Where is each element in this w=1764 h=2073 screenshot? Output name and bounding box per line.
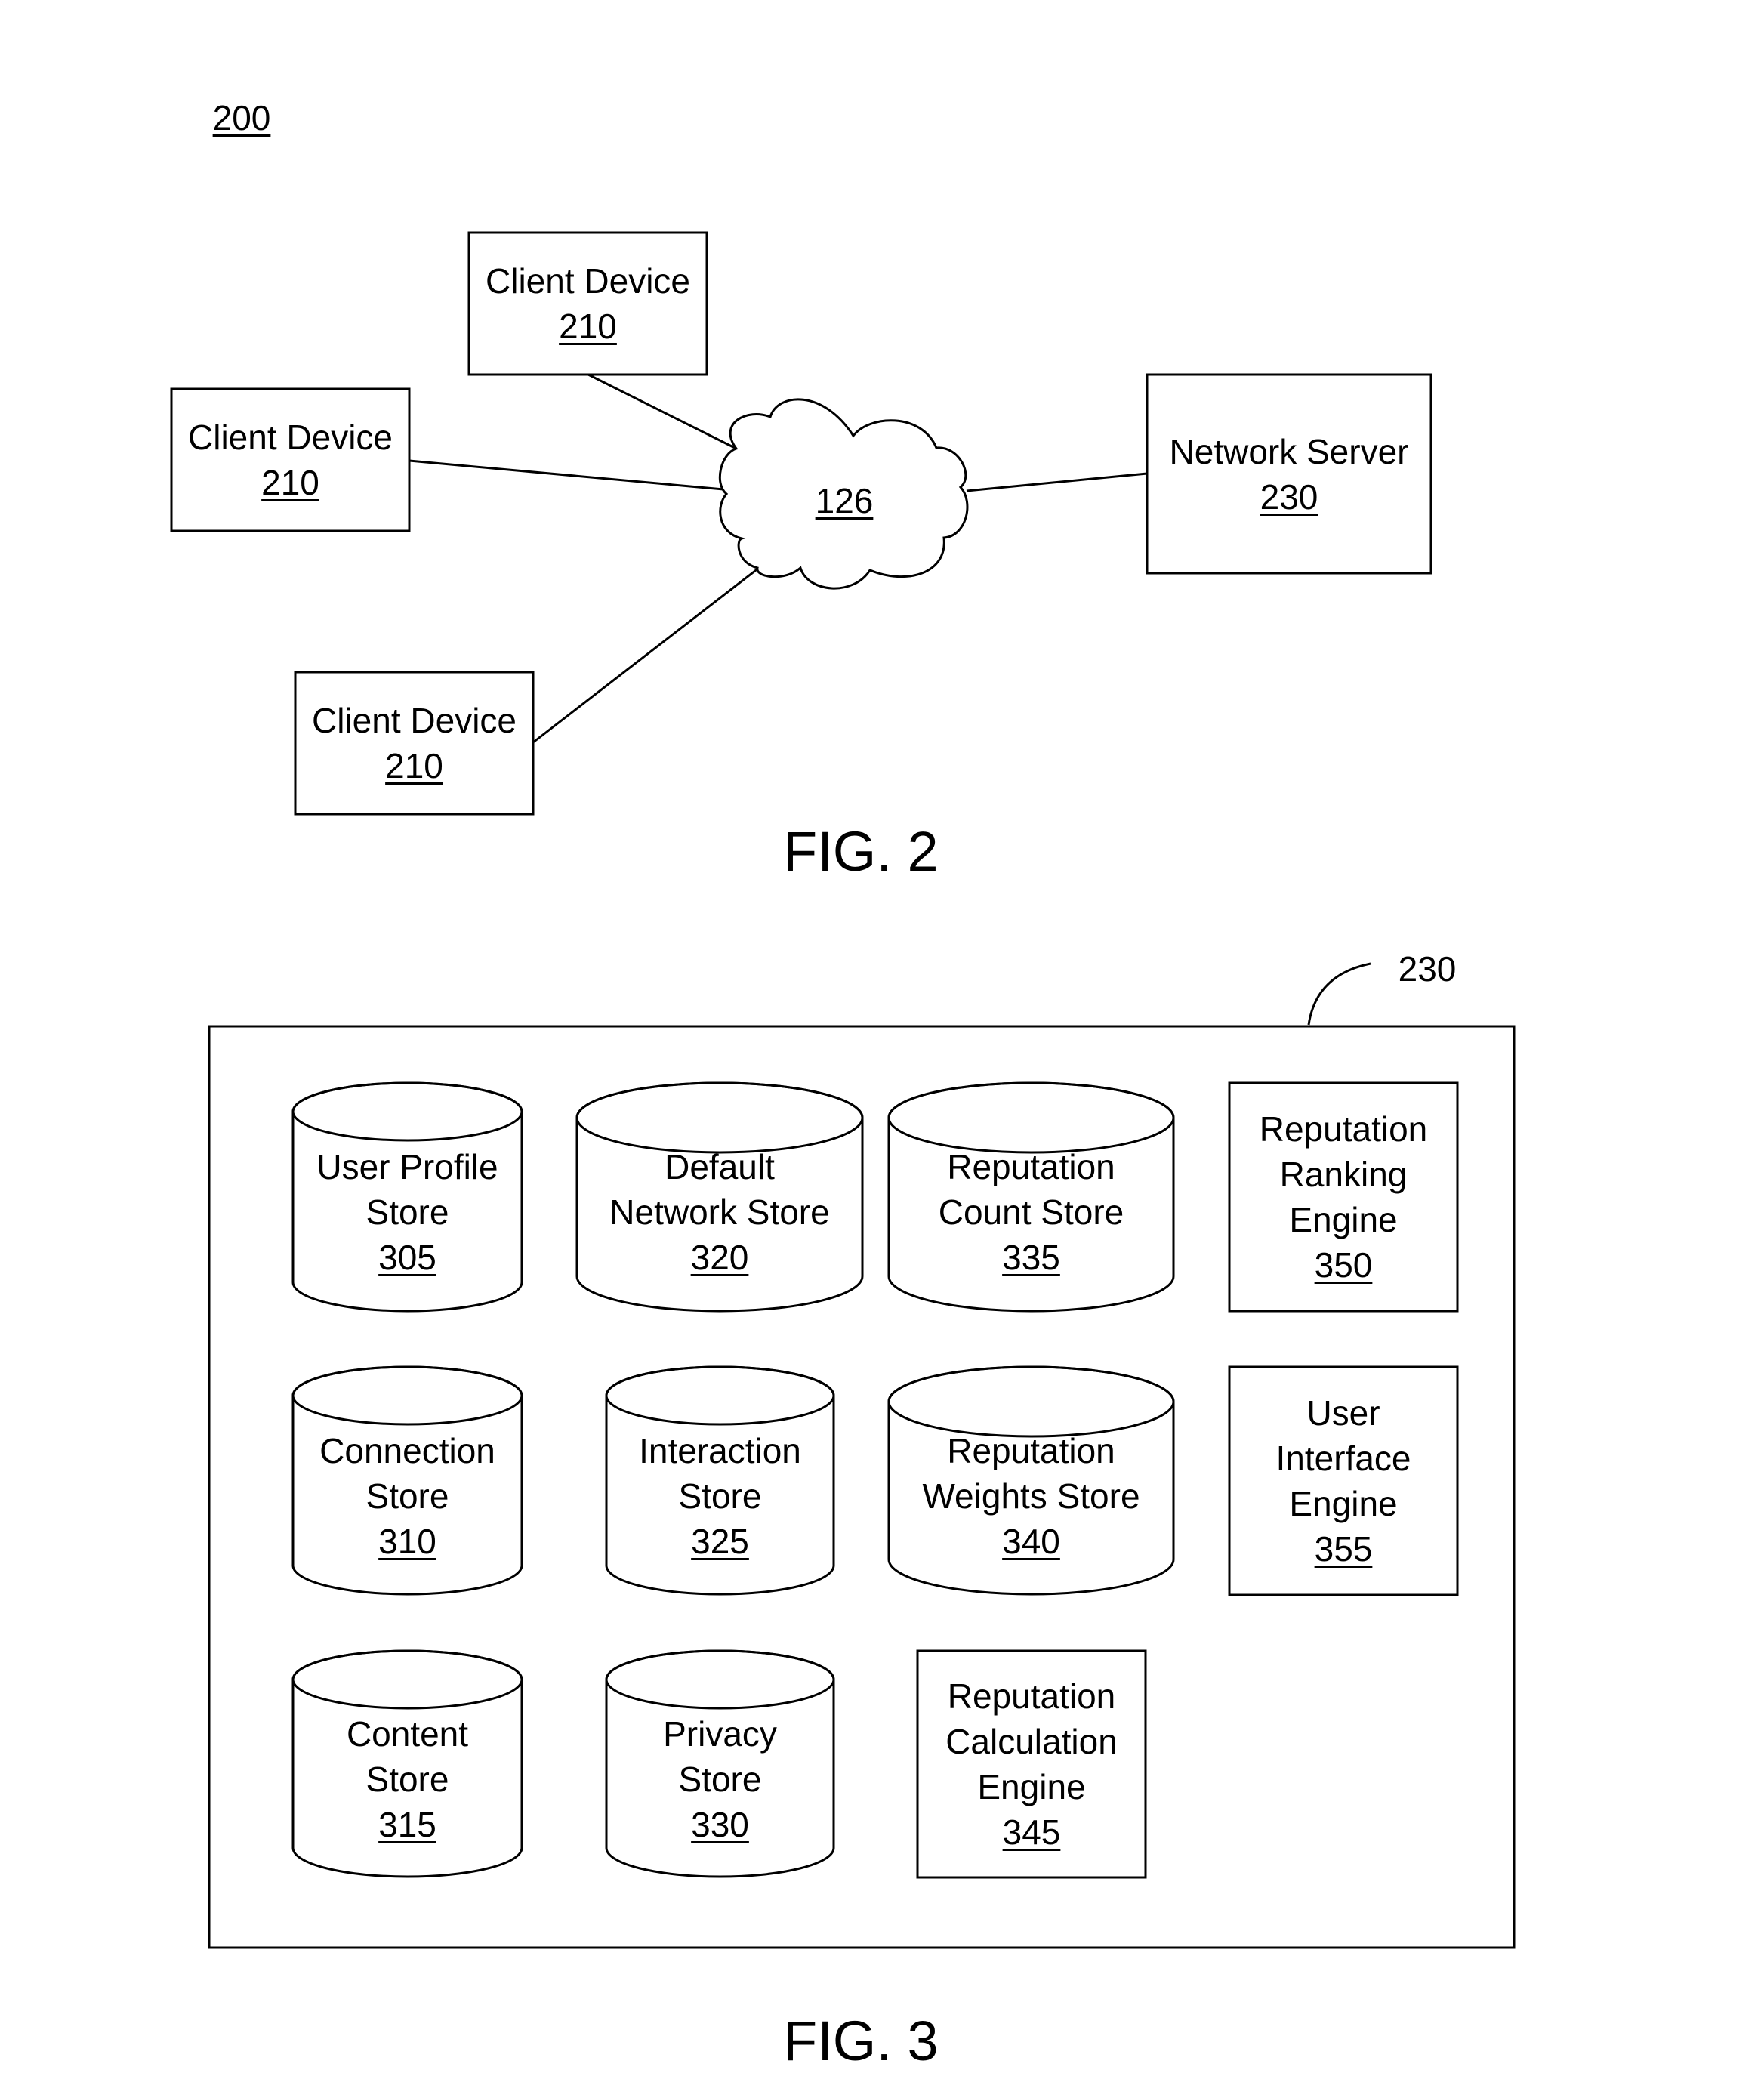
component-ref: 305 xyxy=(378,1238,436,1277)
component-label-line: Store xyxy=(365,1759,449,1799)
component-label-line: Store xyxy=(678,1476,762,1516)
engine-350: Reputation Ranking Engine 350 xyxy=(1229,1106,1457,1288)
component-label-line: Privacy xyxy=(663,1714,777,1754)
store-305: User Profile Store 305 xyxy=(293,1144,522,1280)
component-label-line: Store xyxy=(365,1192,449,1232)
network-server: Network Server 230 xyxy=(1147,429,1431,520)
client-device-bottom: Client Device 210 xyxy=(295,698,533,788)
component-ref: 340 xyxy=(1002,1521,1060,1561)
component-label-line: Reputation xyxy=(947,1430,1115,1470)
component-ref: 320 xyxy=(690,1238,749,1277)
component-ref: 325 xyxy=(691,1521,749,1561)
fig3-ref: 230 xyxy=(1398,949,1457,989)
network-server-label: Network Server xyxy=(1169,432,1409,471)
client-device-ref: 210 xyxy=(559,307,617,346)
ref-230-leader xyxy=(1307,962,1371,1026)
diagram-canvas xyxy=(170,231,1516,1949)
component-ref: 330 xyxy=(691,1804,749,1844)
component-label-line: Reputation xyxy=(947,1147,1115,1186)
client-device-label: Client Device xyxy=(312,701,517,740)
component-ref: 310 xyxy=(378,1521,436,1561)
client-device-ref: 210 xyxy=(261,463,319,502)
engine-345: Reputation Calculation Engine 345 xyxy=(917,1674,1146,1855)
component-label-line: Count Store xyxy=(938,1192,1124,1232)
component-ref: 355 xyxy=(1314,1529,1373,1569)
component-label-line: Ranking xyxy=(1279,1155,1408,1194)
store-325: Interaction Store 325 xyxy=(606,1428,834,1564)
component-label-line: Default xyxy=(665,1147,775,1186)
fig2-ref: 200 xyxy=(212,98,271,137)
network-ref: 126 xyxy=(815,481,874,520)
component-label-line: Engine xyxy=(1289,1200,1398,1239)
store-330: Privacy Store 330 xyxy=(606,1711,834,1847)
store-340: Reputation Weights Store 340 xyxy=(889,1428,1173,1564)
link-server xyxy=(966,472,1148,492)
client-device-ref: 210 xyxy=(385,746,443,785)
component-label-line: User Profile xyxy=(316,1147,498,1186)
component-label-line: Reputation xyxy=(1259,1109,1428,1149)
fig2-caption: FIG. 2 xyxy=(783,820,939,883)
store-335: Reputation Count Store 335 xyxy=(889,1144,1173,1280)
component-label-line: Store xyxy=(678,1759,762,1799)
engine-355: User Interface Engine 355 xyxy=(1229,1390,1457,1572)
store-310: Connection Store 310 xyxy=(293,1428,522,1564)
component-label-line: Reputation xyxy=(947,1677,1116,1716)
component-ref: 350 xyxy=(1314,1245,1373,1285)
component-ref: 315 xyxy=(378,1804,436,1844)
link-client-left xyxy=(409,459,724,491)
component-label-line: User xyxy=(1306,1393,1380,1433)
store-315: Content Store 315 xyxy=(293,1711,522,1847)
component-label-line: Connection xyxy=(319,1430,495,1470)
component-ref: 345 xyxy=(1002,1812,1061,1852)
component-label-line: Interface xyxy=(1275,1439,1411,1478)
component-label-line: Engine xyxy=(977,1767,1086,1806)
network-server-ref: 230 xyxy=(1260,477,1318,517)
client-device-label: Client Device xyxy=(188,418,393,457)
fig3-caption: FIG. 3 xyxy=(783,2010,939,2072)
component-ref: 335 xyxy=(1002,1238,1060,1277)
link-client-top xyxy=(587,373,737,450)
client-device-top: Client Device 210 xyxy=(469,258,707,349)
store-320: Default Network Store 320 xyxy=(577,1144,862,1280)
component-label-line: Content xyxy=(346,1714,469,1754)
component-label-line: Calculation xyxy=(945,1722,1118,1761)
client-device-label: Client Device xyxy=(486,261,690,301)
component-label-line: Interaction xyxy=(639,1430,801,1470)
client-device-left: Client Device 210 xyxy=(171,415,409,505)
component-label-line: Weights Store xyxy=(922,1476,1140,1516)
link-client-bottom xyxy=(532,566,760,744)
component-label-line: Engine xyxy=(1289,1484,1398,1523)
component-label-line: Network Store xyxy=(609,1192,830,1232)
component-label-line: Store xyxy=(365,1476,449,1516)
